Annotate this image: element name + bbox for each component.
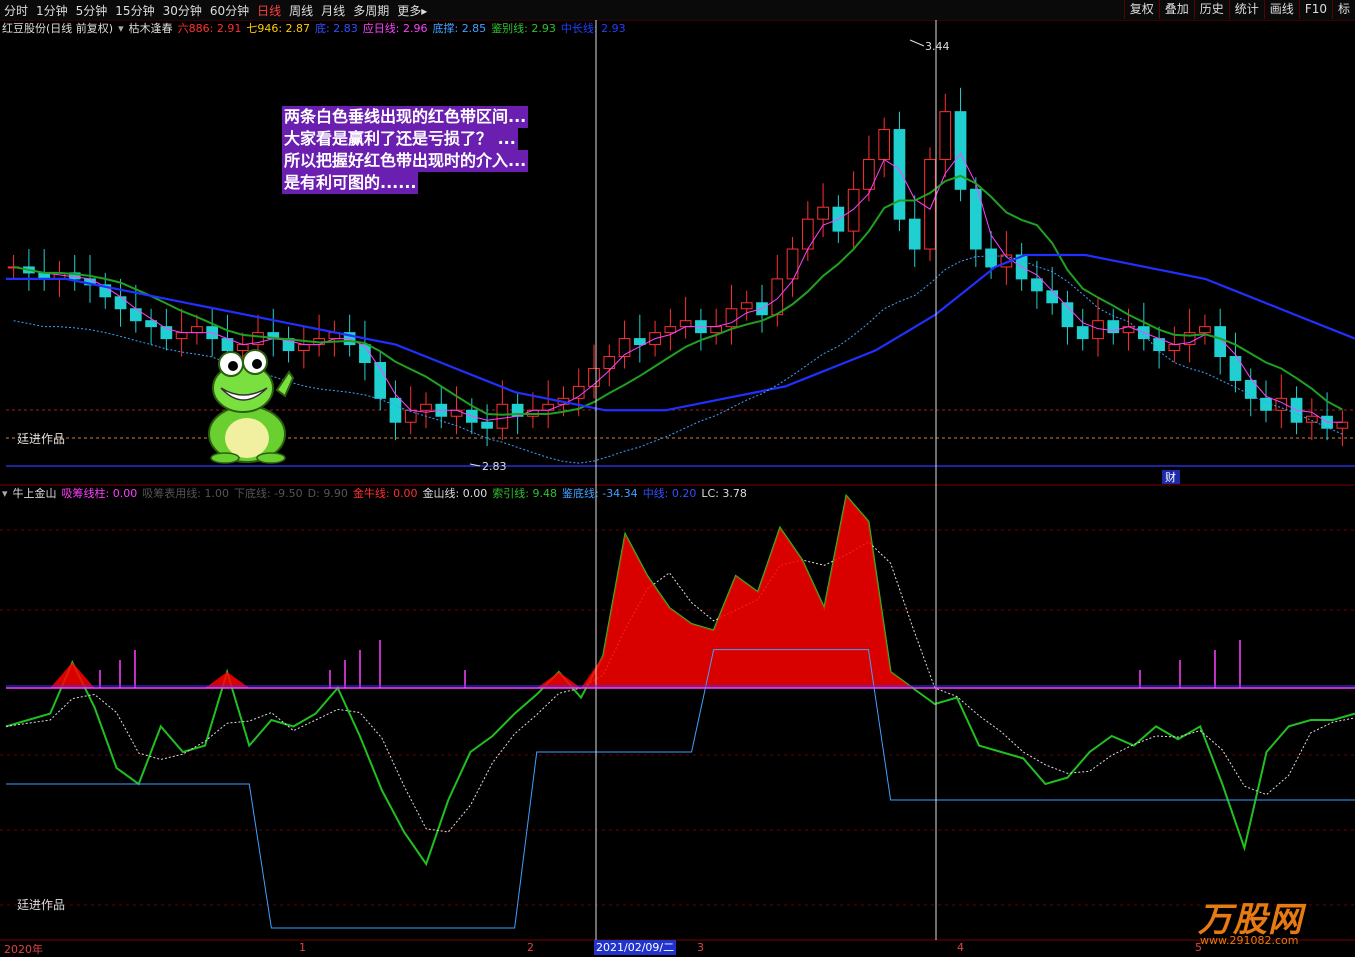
legend-item: 下底线: -9.50 xyxy=(234,486,303,502)
legend-item: 金牛线: 0.00 xyxy=(353,486,418,502)
candle-body xyxy=(542,403,555,411)
legend-item: 鉴底线: -34.34 xyxy=(562,486,638,502)
cursor-date: 2021/02/09/二 xyxy=(594,940,677,955)
watermark-bottom: 廷进作品 xyxy=(17,898,66,912)
legend-value: 9.48 xyxy=(532,487,558,500)
candle-body xyxy=(588,367,600,387)
ma-green-line xyxy=(13,174,1343,416)
legend-value: 0.00 xyxy=(112,487,138,500)
candle-body xyxy=(740,302,753,310)
candle-body xyxy=(679,320,692,328)
candle-body xyxy=(893,129,906,220)
candle-body xyxy=(710,326,723,334)
legend-item: LC: 3.78 xyxy=(701,486,747,502)
legend-item: 中线: 0.20 xyxy=(643,486,697,502)
candle-body xyxy=(817,206,829,220)
legend-label: 中线: xyxy=(642,487,669,500)
annotation-line: 大家看是赢利了还是亏损了？ ... xyxy=(282,128,518,150)
legend-item: D: 9.90 xyxy=(308,486,348,502)
candle-body xyxy=(450,409,463,417)
candle-body xyxy=(1260,397,1272,411)
high-mark-label: 3.44 xyxy=(925,40,950,53)
legend-label: 金牛线: xyxy=(352,487,390,500)
candle-body xyxy=(297,344,310,352)
legend-value: 9.90 xyxy=(323,487,348,500)
cai-badge-label: 财 xyxy=(1165,470,1176,484)
candle-body xyxy=(847,188,860,232)
annotation-line: 所以把握好红色带出现时的介入... xyxy=(282,150,529,172)
x-tick-label: 2 xyxy=(527,941,534,954)
candle-body xyxy=(129,308,142,322)
legend-label: 吸筹表用线: xyxy=(142,487,201,500)
candle-body xyxy=(175,332,188,340)
candle-body xyxy=(969,188,982,250)
legend-label: LC: xyxy=(701,487,719,500)
kline-chart[interactable]: 3.44 2.83 财 xyxy=(0,0,1355,956)
triangle-down-icon[interactable]: ▾ xyxy=(2,486,8,502)
legend-label: 鉴底线: xyxy=(562,487,599,500)
annotation-line: 两条白色垂线出现的红色带区间... xyxy=(282,106,529,128)
watermark-top: 廷进作品 xyxy=(17,432,66,446)
candle-body xyxy=(236,344,249,352)
legend-item: 吸筹表用线: 1.00 xyxy=(142,486,229,502)
candle-body xyxy=(420,403,432,411)
candle-body xyxy=(924,158,936,250)
legend-value: -34.34 xyxy=(602,487,638,500)
x-tick-label: 3 xyxy=(697,941,704,954)
candle-body xyxy=(1092,320,1104,340)
candle-body xyxy=(985,248,997,268)
legend-label: 下底线: xyxy=(233,487,271,500)
candle-body xyxy=(389,397,402,423)
legend-value: 0.20 xyxy=(671,487,697,500)
frog-mascot-icon xyxy=(208,349,295,464)
candle-body xyxy=(801,218,814,250)
candle-body xyxy=(633,338,646,346)
candle-body xyxy=(114,296,127,310)
candle-body xyxy=(664,326,677,334)
oscillator-group xyxy=(5,493,1355,929)
candle-body xyxy=(618,338,631,358)
x-tick-label: 2020年 xyxy=(4,943,43,956)
candle-body xyxy=(1199,326,1211,334)
ma-lines-group xyxy=(6,152,1355,464)
candle-body xyxy=(1336,421,1349,429)
candle-body xyxy=(1214,326,1227,358)
candle-body xyxy=(786,248,799,280)
sub-legend: ▾ 牛上金山 吸筹线柱: 0.00 吸筹表用线: 1.00 下底线: -9.50… xyxy=(2,486,747,502)
site-logo-url: www.291082.com xyxy=(1200,934,1299,947)
legend-value: 0.00 xyxy=(462,487,488,500)
annotation-text: 两条白色垂线出现的红色带区间... 大家看是赢利了还是亏损了？ ... 所以把握… xyxy=(282,106,582,194)
candle-body xyxy=(496,403,509,429)
legend-item: 吸筹线柱: 0.00 xyxy=(62,486,138,502)
candle-body xyxy=(908,218,921,250)
x-tick-label: 4 xyxy=(957,941,964,954)
candle-body xyxy=(1076,326,1089,340)
legend-item: 金山线: 0.00 xyxy=(423,486,488,502)
annotation-line: 是有利可图的...... xyxy=(282,172,419,194)
candle-body xyxy=(939,111,952,160)
x-tick-label: 1 xyxy=(299,941,306,954)
candle-body xyxy=(191,326,203,334)
low-mark-label: 2.83 xyxy=(482,460,507,473)
high-mark-arrow xyxy=(909,39,925,47)
candle-body xyxy=(771,278,784,316)
legend-label: 吸筹线柱: xyxy=(61,487,110,500)
candle-body xyxy=(481,421,493,429)
candle-body xyxy=(1168,344,1181,352)
legend-value: 1.00 xyxy=(204,487,229,500)
legend-label: 金山线: xyxy=(422,487,460,500)
legend-value: 3.78 xyxy=(722,487,747,500)
red-band-area xyxy=(6,496,1355,688)
legend-value: -9.50 xyxy=(274,487,303,500)
candle-body xyxy=(1046,290,1059,304)
sub-formula-name[interactable]: 牛上金山 xyxy=(13,486,57,502)
legend-label: D: xyxy=(307,487,320,500)
oscillator-step-line xyxy=(6,649,1355,929)
candle-body xyxy=(1031,278,1043,292)
legend-item: 索引线: 9.48 xyxy=(492,486,557,502)
legend-value: 0.00 xyxy=(393,487,418,500)
candle-body xyxy=(878,129,891,160)
legend-label: 索引线: xyxy=(492,487,529,500)
